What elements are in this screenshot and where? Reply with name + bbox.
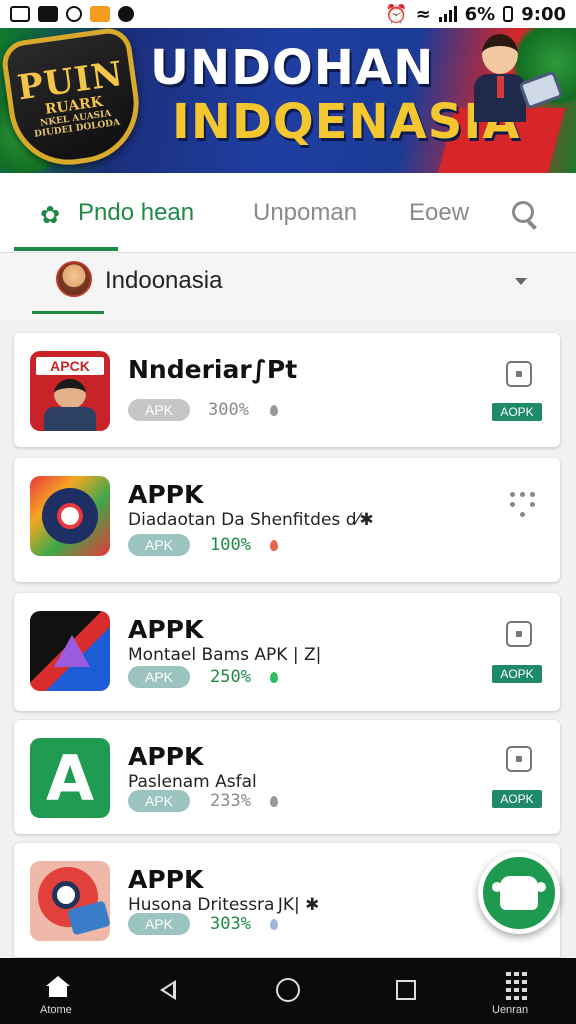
app-title: APPK (128, 742, 204, 771)
status-bar: ⏰ ≈ 6% 9:00 (0, 0, 576, 28)
app-card[interactable]: A APPK Paslenam Asfal APK 233% AOPK (14, 720, 560, 834)
banner-title-line1: UNDOHAN (150, 40, 435, 96)
app-card[interactable]: APCK Nnderiar∫Pt APK 300% AOPK (14, 333, 560, 447)
promo-banner[interactable]: PUIN RUARK NKEL AUASIA DIUDEI DOLODA UND… (0, 28, 576, 173)
signal-icon (438, 6, 457, 22)
tab-pndo-hean[interactable]: Pndo hean (78, 199, 194, 227)
n-notification-icon (38, 6, 58, 22)
app-percent: 100% (210, 535, 251, 555)
drop-icon (270, 672, 278, 683)
tab-bar: ✿ Pndo hean Unpoman Eoew (0, 173, 576, 253)
tab-unpoman[interactable]: Unpoman (253, 199, 357, 227)
app-card[interactable]: APPK Montael Bams APK | Z| APK 250% AOPK (14, 593, 560, 711)
region-underline (32, 311, 104, 314)
alarm-icon: ⏰ (385, 3, 408, 25)
search-icon[interactable] (510, 199, 540, 230)
menu-label: Uenran (492, 1004, 529, 1016)
chevron-down-icon[interactable] (515, 278, 527, 285)
app-percent: 300% (208, 400, 249, 420)
app-title: Nnderiar∫Pt (128, 355, 298, 384)
clock: 9:00 (521, 3, 566, 25)
navigation-bar: Atome Uenran (0, 958, 576, 1024)
drop-icon (270, 405, 278, 416)
wifi-icon: ≈ (415, 3, 431, 25)
menu-icon[interactable] (506, 972, 528, 1000)
app-subtitle: Diadaotan Da Shenfitdes d⁄✱ (128, 510, 374, 530)
recents-icon[interactable] (396, 980, 416, 1000)
app-icon (30, 861, 110, 941)
app-ribbon: AOPK (492, 665, 542, 683)
back-icon-inner (164, 984, 173, 996)
drop-notification-icon (118, 6, 134, 22)
apk-pill: APK (128, 790, 190, 812)
status-bar-left (10, 6, 134, 22)
home-circle-icon[interactable] (276, 978, 300, 1002)
puzzle-icon (492, 876, 546, 910)
app-title: APPK (128, 480, 204, 509)
app-percent: 233% (210, 791, 251, 811)
app-subtitle: Husona Dritessra JK| ✱ (128, 895, 320, 915)
more-options-icon[interactable] (510, 492, 535, 518)
chat-notification-icon (66, 6, 82, 22)
gallery-notification-icon (10, 6, 30, 22)
battery-percent: 6% (464, 3, 496, 25)
app-card[interactable]: APPK Diadaotan Da Shenfitdes d⁄✱ APK 100… (14, 458, 560, 582)
app-notification-icon (90, 6, 110, 22)
apk-pill: APK (128, 399, 190, 421)
tab-eoew[interactable]: Eoew (409, 199, 469, 227)
mascot-illustration (470, 34, 530, 122)
home-label: Atome (40, 1004, 72, 1016)
app-icon: A (30, 738, 110, 818)
install-icon[interactable] (506, 621, 532, 647)
app-percent: 250% (210, 667, 251, 687)
app-subtitle: Paslenam Asfal (128, 772, 257, 792)
app-subtitle: Montael Bams APK | Z| (128, 645, 322, 665)
install-icon[interactable] (506, 746, 532, 772)
banner-title-line2: INDQENASIA (172, 94, 521, 150)
app-icon: APCK (30, 351, 110, 431)
drop-icon (270, 796, 278, 807)
app-icon (30, 476, 110, 556)
leaf-icon: ✿ (40, 202, 61, 229)
floating-action-button[interactable] (478, 852, 560, 934)
app-icon-label: APCK (36, 357, 104, 375)
app-title: APPK (128, 865, 204, 894)
app-title: APPK (128, 615, 204, 644)
drop-icon (270, 919, 278, 930)
install-icon[interactable] (506, 361, 532, 387)
active-tab-indicator (14, 247, 118, 251)
apk-pill: APK (128, 534, 190, 556)
avatar (56, 261, 92, 297)
app-ribbon: AOPK (492, 790, 542, 808)
app-icon (30, 611, 110, 691)
drop-icon (270, 540, 278, 551)
app-percent: 303% (210, 914, 251, 934)
apk-pill: APK (128, 666, 190, 688)
apk-pill: APK (128, 913, 190, 935)
status-bar-right: ⏰ ≈ 6% 9:00 (385, 4, 566, 25)
region-label: Indoonasia (105, 267, 223, 294)
app-ribbon: AOPK (492, 403, 542, 421)
battery-icon (503, 6, 514, 22)
region-selector[interactable]: Indoonasia (0, 253, 576, 319)
